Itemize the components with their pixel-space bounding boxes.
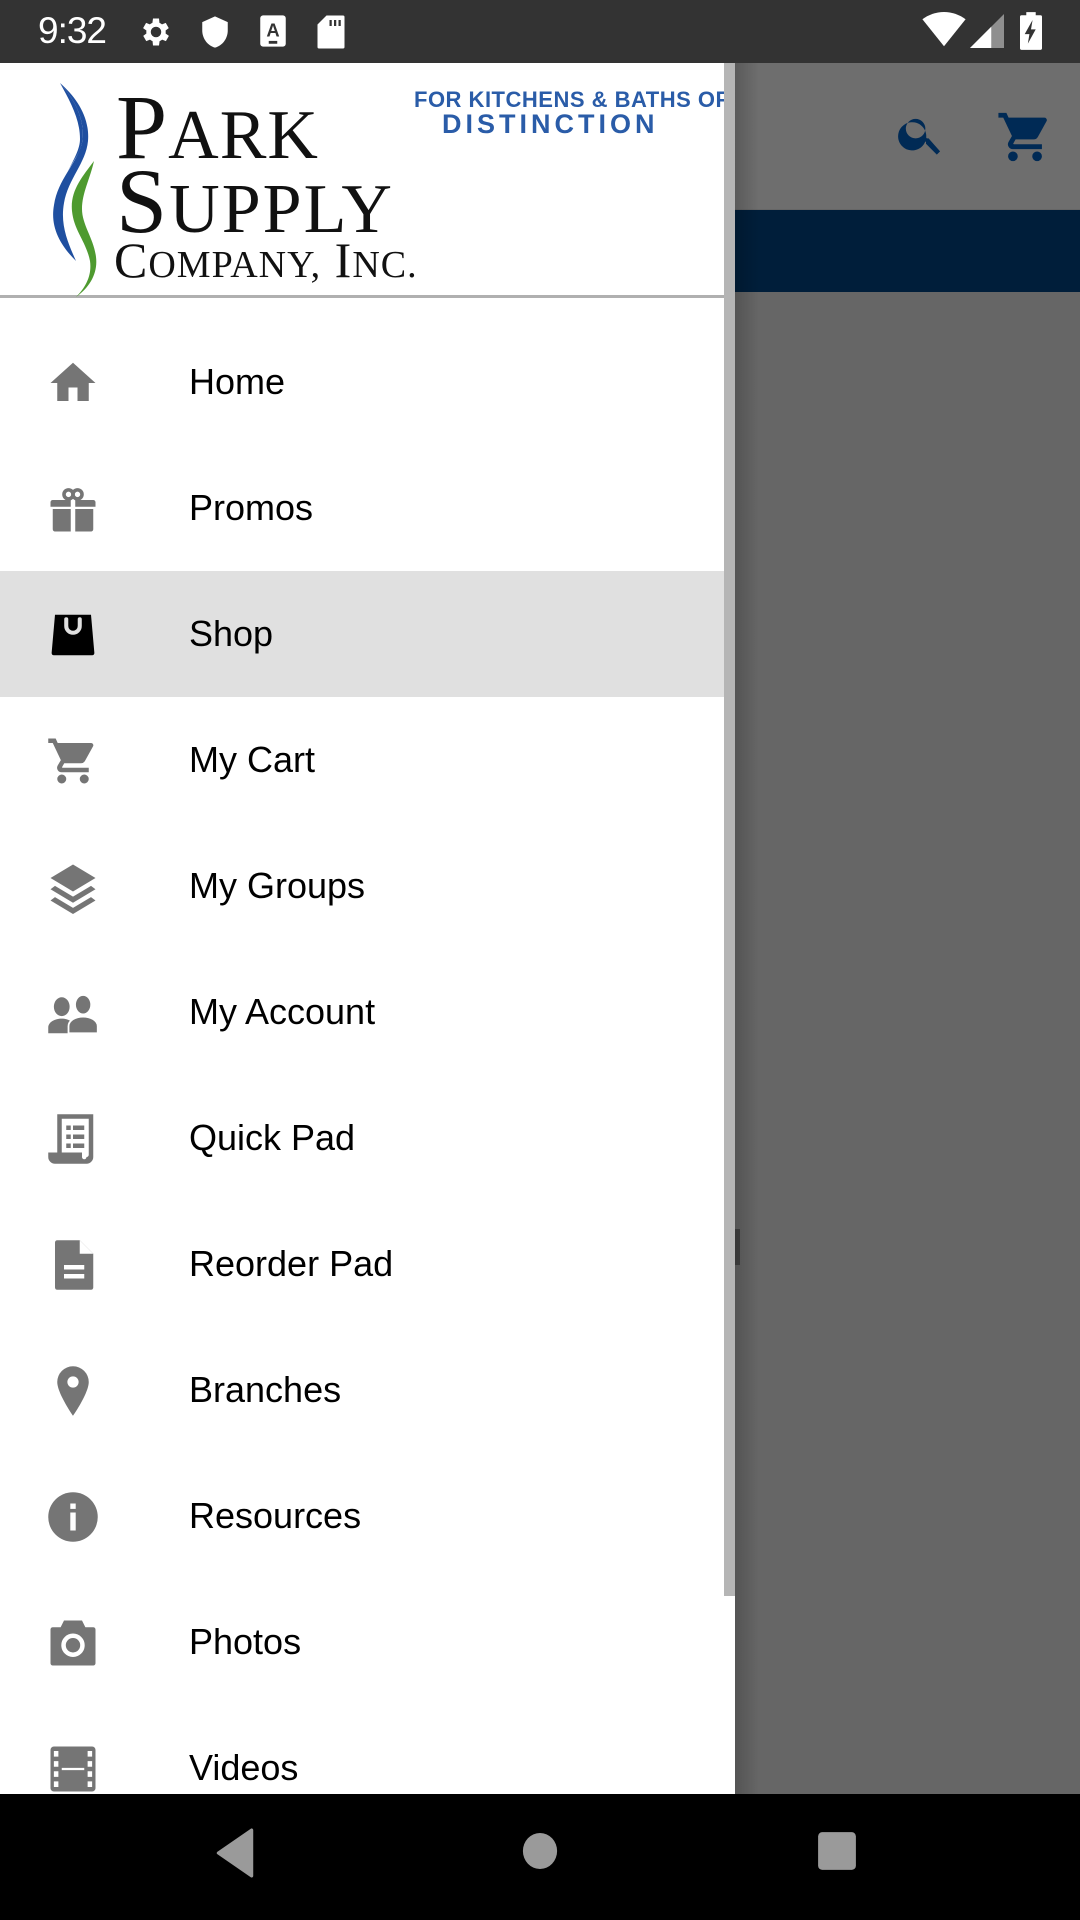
drawer-scrollbar[interactable] bbox=[724, 63, 735, 1596]
navigation-drawer: PARK SUPPLY COMPANY, INC. FOR KITCHENS &… bbox=[0, 63, 735, 1794]
menu-item-my-groups[interactable]: My Groups bbox=[0, 823, 724, 949]
menu-item-promos[interactable]: Promos bbox=[0, 445, 724, 571]
list-scroll-icon bbox=[46, 1112, 100, 1166]
a-badge-icon: A bbox=[258, 14, 288, 53]
layers-icon bbox=[46, 860, 100, 914]
menu-item-label: Reorder Pad bbox=[189, 1243, 394, 1284]
system-nav-bar bbox=[0, 1794, 1080, 1920]
camera-icon bbox=[46, 1616, 100, 1670]
home-button[interactable] bbox=[521, 1831, 559, 1876]
signal-icon bbox=[970, 14, 1004, 53]
menu-item-my-account[interactable]: My Account bbox=[0, 949, 724, 1075]
film-icon bbox=[46, 1742, 100, 1794]
info-icon bbox=[46, 1490, 100, 1544]
battery-charging-icon bbox=[1020, 12, 1042, 55]
settings-icon bbox=[138, 14, 174, 55]
cart-icon[interactable] bbox=[996, 108, 1054, 171]
menu-item-label: Videos bbox=[189, 1747, 299, 1788]
home-icon bbox=[46, 356, 100, 410]
menu-item-reorder-pad[interactable]: Reorder Pad bbox=[0, 1201, 724, 1327]
status-bar: 9:32 A bbox=[0, 0, 1080, 63]
location-pin-icon bbox=[46, 1364, 100, 1418]
logo-text-company: COMPANY, INC. bbox=[114, 235, 418, 285]
menu-item-shop[interactable]: Shop bbox=[0, 571, 724, 697]
menu-item-videos[interactable]: Videos bbox=[0, 1705, 724, 1794]
menu-item-label: Promos bbox=[189, 487, 314, 528]
menu-item-label: Resources bbox=[189, 1495, 362, 1536]
people-icon bbox=[46, 986, 100, 1040]
sd-card-icon bbox=[316, 14, 346, 55]
svg-text:A: A bbox=[266, 20, 279, 41]
logo-tagline-line2: DISTINCTION bbox=[442, 109, 659, 139]
shopping-bag-icon bbox=[46, 608, 100, 662]
menu-item-label: Branches bbox=[189, 1369, 342, 1410]
gift-icon bbox=[46, 482, 100, 536]
menu-item-label: My Account bbox=[189, 991, 376, 1032]
wifi-icon bbox=[922, 12, 966, 53]
search-icon[interactable] bbox=[895, 108, 947, 165]
menu-item-quick-pad[interactable]: Quick Pad bbox=[0, 1075, 724, 1201]
document-icon bbox=[46, 1238, 100, 1292]
menu-item-label: Quick Pad bbox=[189, 1117, 356, 1158]
cart-icon bbox=[46, 734, 100, 788]
menu-item-home[interactable]: Home bbox=[0, 319, 724, 445]
drawer-menu: Home Promos Shop My Cart My Groups My Ac… bbox=[0, 319, 724, 1794]
menu-item-label: Shop bbox=[189, 613, 274, 654]
menu-item-label: My Groups bbox=[189, 865, 366, 906]
status-time: 9:32 bbox=[38, 10, 107, 51]
shield-icon bbox=[198, 14, 232, 55]
menu-item-photos[interactable]: Photos bbox=[0, 1579, 724, 1705]
drawer-shadow bbox=[735, 63, 759, 1794]
menu-item-label: My Cart bbox=[189, 739, 315, 780]
menu-item-label: Photos bbox=[189, 1621, 302, 1662]
recents-button[interactable] bbox=[816, 1830, 858, 1877]
menu-item-label: Home bbox=[189, 361, 286, 402]
drawer-header: PARK SUPPLY COMPANY, INC. FOR KITCHENS &… bbox=[0, 63, 729, 298]
menu-item-branches[interactable]: Branches bbox=[0, 1327, 724, 1453]
logo-line3: COMPANY, INC. bbox=[114, 232, 418, 288]
logo-swoosh-icon bbox=[46, 75, 106, 305]
back-button[interactable] bbox=[212, 1828, 258, 1883]
menu-item-my-cart[interactable]: My Cart bbox=[0, 697, 724, 823]
menu-item-resources[interactable]: Resources bbox=[0, 1453, 724, 1579]
